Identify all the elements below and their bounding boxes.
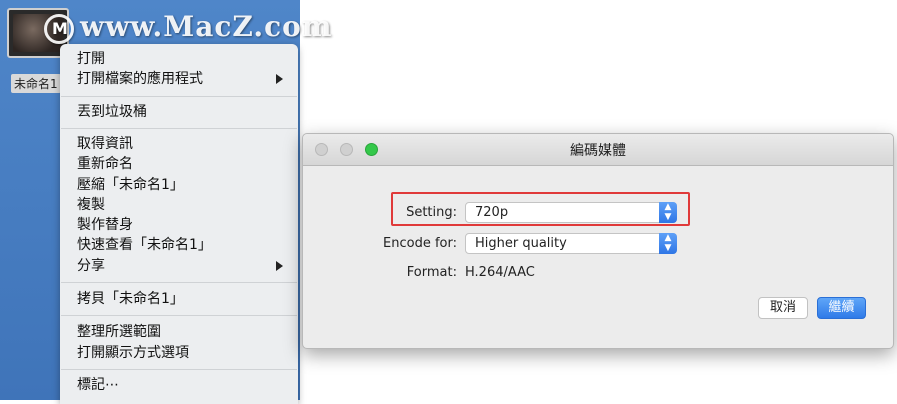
menu-separator <box>61 282 297 283</box>
file-name-label[interactable]: 未命名1 <box>11 74 61 93</box>
menu-item-show-view-options[interactable]: 打開顯示方式選項 <box>77 343 189 363</box>
menu-item-compress[interactable]: 壓縮「未命名1」 <box>77 175 184 195</box>
menu-separator <box>61 369 297 370</box>
context-menu: 打開 打開檔案的應用程式 丟到垃圾桶 取得資訊 重新命名 壓縮「未命名1」 複製… <box>60 44 298 404</box>
format-value: H.264/AAC <box>465 265 535 280</box>
menu-item-duplicate[interactable]: 複製 <box>77 195 105 215</box>
menu-item-move-to-trash[interactable]: 丟到垃圾桶 <box>77 102 147 122</box>
menu-separator <box>61 315 297 316</box>
dialog-titlebar: 編碼媒體 <box>303 134 893 166</box>
submenu-arrow-icon <box>276 74 283 84</box>
menu-item-get-info[interactable]: 取得資訊 <box>77 134 133 154</box>
menu-item-rename[interactable]: 重新命名 <box>77 154 133 174</box>
encode-for-label: Encode for: <box>383 236 457 251</box>
menu-item-copy[interactable]: 拷貝「未命名1」 <box>77 289 184 309</box>
menu-separator <box>61 96 297 97</box>
watermark-text: www.MacZ.com <box>80 10 333 43</box>
dialog-title: 編碼媒體 <box>570 143 626 159</box>
format-label: Format: <box>406 265 457 280</box>
encode-for-popup[interactable]: Higher quality ▲ ▼ <box>465 233 677 254</box>
watermark-logo-icon: M <box>44 14 74 44</box>
menu-item-open[interactable]: 打開 <box>77 49 105 69</box>
menu-item-tags[interactable]: 標記⋯ <box>77 375 119 395</box>
menu-item-quick-look[interactable]: 快速查看「未命名1」 <box>77 235 212 255</box>
menu-item-open-with[interactable]: 打開檔案的應用程式 <box>77 69 203 89</box>
encode-media-dialog: 編碼媒體 Setting: 720p ▲ ▼ Encode for: Higher… <box>302 133 894 349</box>
encode-for-stepper-icon: ▲ ▼ <box>659 233 677 254</box>
continue-button[interactable]: 繼續 <box>817 297 866 319</box>
encode-for-value: Higher quality <box>475 236 567 251</box>
cancel-button[interactable]: 取消 <box>758 297 808 319</box>
menu-separator <box>61 128 297 129</box>
menu-item-make-alias[interactable]: 製作替身 <box>77 215 133 235</box>
menu-item-clean-up-selection[interactable]: 整理所選範圍 <box>77 322 161 342</box>
highlight-annotation-box <box>391 192 690 226</box>
submenu-arrow-icon <box>276 261 283 271</box>
menu-item-share[interactable]: 分享 <box>77 256 105 276</box>
